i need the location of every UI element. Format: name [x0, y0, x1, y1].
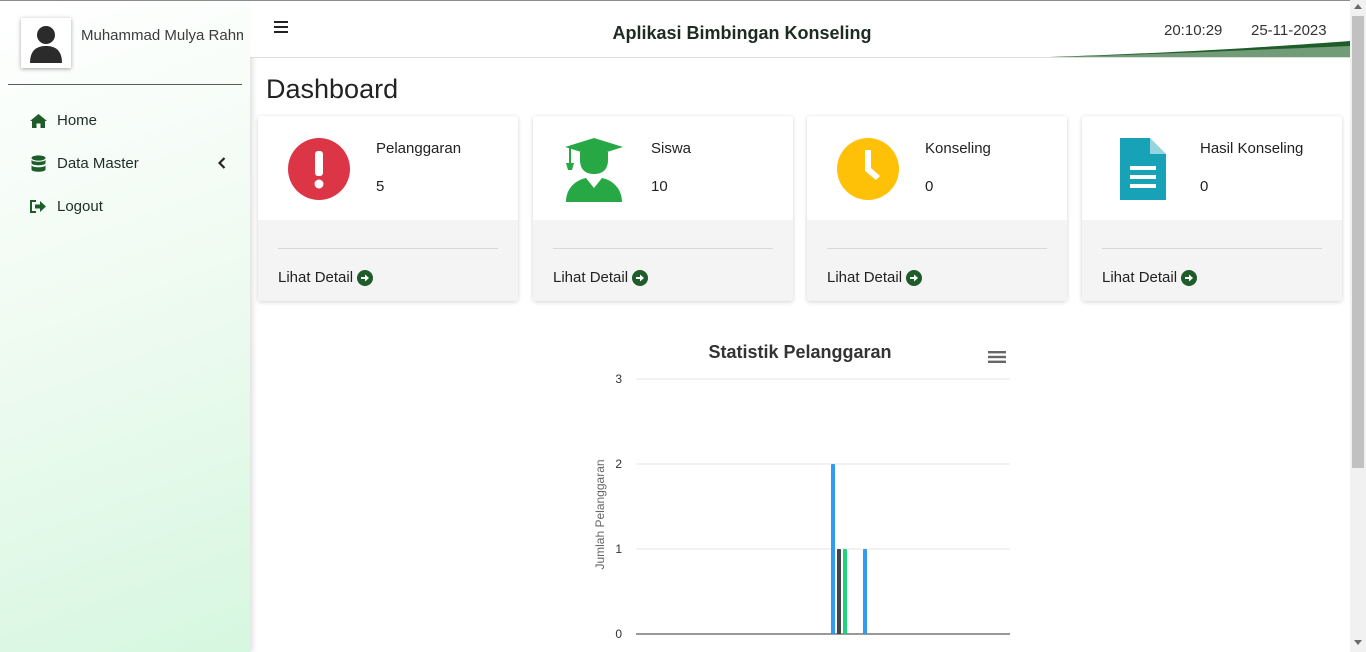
- card-siswa: Siswa 10 Lihat Detail: [533, 116, 793, 301]
- divider: [553, 248, 773, 249]
- detail-link-label: Lihat Detail: [553, 269, 629, 286]
- detail-link[interactable]: Lihat Detail: [827, 269, 923, 286]
- sidebar-item-home[interactable]: Home: [0, 99, 250, 142]
- exclamation-circle-icon: [286, 136, 352, 202]
- arrow-circle-right-icon: [1181, 269, 1198, 286]
- y-tick-label: 1: [615, 542, 622, 556]
- card-hasil-konseling: Hasil Konseling 0 Lihat Detail: [1082, 116, 1342, 301]
- scroll-down-arrow-icon[interactable]: [1354, 640, 1362, 645]
- arrow-circle-right-icon: [906, 269, 923, 286]
- page-title: Dashboard: [266, 74, 399, 104]
- header-clock: 20:10:29: [1164, 22, 1223, 39]
- card-konseling: Konseling 0 Lihat Detail: [807, 116, 1067, 301]
- y-tick-label: 2: [615, 457, 622, 471]
- detail-link-label: Lihat Detail: [827, 269, 903, 286]
- avatar[interactable]: [21, 18, 71, 68]
- card-value: 5: [376, 178, 385, 195]
- database-icon: [28, 154, 48, 174]
- sidebar-item-label: Home: [57, 112, 98, 129]
- sidebar-item-label: Logout: [57, 198, 103, 215]
- graduate-student-icon: [561, 136, 627, 202]
- sidebar-item-label: Data Master: [57, 155, 139, 172]
- card-value: 0: [1200, 178, 1209, 195]
- chart-bar[interactable]: [843, 549, 847, 634]
- detail-link[interactable]: Lihat Detail: [553, 269, 649, 286]
- arrow-circle-right-icon: [357, 269, 374, 286]
- document-icon: [1110, 136, 1176, 202]
- card-value: 10: [651, 178, 668, 195]
- top-header: Aplikasi Bimbingan Konseling 20:10:29 25…: [250, 0, 1350, 58]
- user-avatar-icon: [30, 26, 62, 63]
- chart-bar[interactable]: [831, 464, 835, 634]
- chart-plot: 0 1 2 3 Jumlah Pelanggaran: [593, 372, 1010, 641]
- header-date: 25-11-2023: [1251, 22, 1327, 39]
- chevron-left-icon[interactable]: [217, 156, 226, 173]
- home-icon: [28, 111, 48, 131]
- sidebar: Muhammad Mulya Rahm Home Data Master Log…: [0, 0, 250, 652]
- y-tick-label: 3: [615, 372, 622, 386]
- chart-bar[interactable]: [837, 549, 841, 634]
- scroll-thumb[interactable]: [1352, 16, 1364, 468]
- card-value: 0: [925, 178, 934, 195]
- card-pelanggaran: Pelanggaran 5 Lihat Detail: [258, 116, 518, 301]
- divider: [827, 248, 1047, 249]
- detail-link[interactable]: Lihat Detail: [278, 269, 374, 286]
- detail-link[interactable]: Lihat Detail: [1102, 269, 1198, 286]
- clock-icon: [835, 136, 901, 202]
- y-axis-label: Jumlah Pelanggaran: [593, 459, 607, 569]
- app-title: Aplikasi Bimbingan Konseling: [612, 23, 872, 43]
- detail-link-label: Lihat Detail: [278, 269, 354, 286]
- card-label: Siswa: [651, 140, 692, 157]
- chart-bar[interactable]: [863, 549, 867, 634]
- user-panel: Muhammad Mulya Rahm: [8, 1, 243, 85]
- sidebar-item-data-master[interactable]: Data Master: [0, 142, 250, 185]
- detail-link-label: Lihat Detail: [1102, 269, 1178, 286]
- logout-icon: [28, 197, 48, 217]
- arrow-circle-right-icon: [632, 269, 649, 286]
- card-label: Hasil Konseling: [1200, 140, 1304, 157]
- card-label: Pelanggaran: [376, 140, 462, 157]
- user-name: Muhammad Mulya Rahm: [81, 27, 243, 44]
- scroll-up-arrow-icon[interactable]: [1354, 4, 1362, 9]
- card-label: Konseling: [925, 140, 991, 157]
- y-tick-label: 0: [615, 627, 622, 641]
- sidebar-item-logout[interactable]: Logout: [0, 185, 250, 228]
- divider: [1102, 248, 1322, 249]
- violation-chart: Statistik Pelanggaran 0 1 2 3 Jumlah Pelangg…: [560, 330, 1030, 652]
- sidebar-nav: Home Data Master Logout: [0, 99, 250, 228]
- page-scrollbar[interactable]: [1350, 0, 1366, 652]
- divider: [278, 248, 498, 249]
